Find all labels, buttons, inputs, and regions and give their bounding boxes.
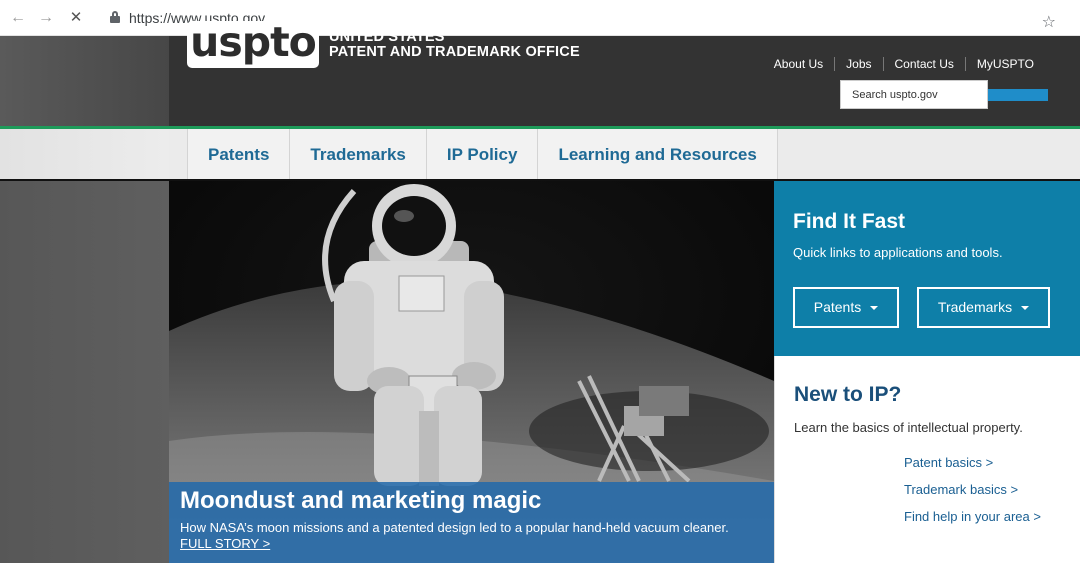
- org-name-line2: PATENT AND TRADEMARK OFFICE: [329, 44, 580, 60]
- org-name-line1: UNITED STATES: [329, 29, 445, 45]
- trademarks-dropdown-button[interactable]: Trademarks: [917, 287, 1050, 328]
- about-us-link[interactable]: About Us: [763, 57, 834, 71]
- back-arrow-icon[interactable]: ←: [8, 8, 28, 28]
- trademark-basics-link[interactable]: Trademark basics >: [904, 482, 1018, 497]
- header-left-background: [0, 36, 169, 126]
- myuspto-link[interactable]: MyUSPTO: [964, 57, 1045, 71]
- nav-patents[interactable]: Patents: [187, 129, 290, 179]
- patent-basics-link[interactable]: Patent basics >: [904, 455, 993, 470]
- new-to-ip-title: New to IP?: [794, 383, 902, 406]
- stop-loading-icon[interactable]: ✕: [66, 8, 86, 28]
- trademarks-button-label: Trademarks: [937, 299, 1013, 315]
- patents-button-label: Patents: [813, 299, 862, 315]
- hero-description-text: How NASA’s moon missions and a patented …: [180, 520, 729, 535]
- bookmark-star-icon[interactable]: ☆: [1042, 13, 1056, 33]
- org-name[interactable]: UNITED STATES PATENT AND TRADEMARK OFFIC…: [329, 30, 580, 60]
- search-button[interactable]: [988, 89, 1048, 101]
- caret-down-icon: [1021, 306, 1030, 311]
- new-to-ip-panel: New to IP? Learn the basics of intellect…: [774, 356, 1080, 563]
- nav-trademarks[interactable]: Trademarks: [289, 129, 426, 179]
- main-navigation: Patents Trademarks IP Policy Learning an…: [0, 129, 1080, 179]
- find-it-fast-panel: Find It Fast Quick links to applications…: [774, 181, 1080, 356]
- full-story-link[interactable]: FULL STORY >: [180, 536, 270, 551]
- uspto-logo[interactable]: uspto: [187, 21, 319, 68]
- find-it-fast-subtitle: Quick links to applications and tools.: [793, 245, 1003, 260]
- logo-text: uspto: [190, 18, 317, 66]
- search-input[interactable]: Search uspto.gov: [840, 80, 988, 109]
- hero-title[interactable]: Moondust and marketing magic: [180, 487, 763, 515]
- nav-learning-resources[interactable]: Learning and Resources: [537, 129, 778, 179]
- left-gutter: [0, 181, 169, 563]
- nav-left-background: [0, 129, 169, 179]
- new-to-ip-subtitle: Learn the basics of intellectual propert…: [794, 420, 1023, 435]
- hero-caption: Moondust and marketing magic How NASA’s …: [169, 482, 774, 563]
- hero-banner[interactable]: Moondust and marketing magic How NASA’s …: [169, 181, 774, 563]
- utility-links: About Us Jobs Contact Us MyUSPTO: [763, 57, 1045, 71]
- find-help-link[interactable]: Find help in your area >: [904, 509, 1041, 524]
- hero-description: How NASA’s moon missions and a patented …: [180, 520, 763, 552]
- lock-icon: [110, 11, 120, 23]
- contact-us-link[interactable]: Contact Us: [882, 57, 965, 71]
- caret-down-icon: [870, 306, 879, 311]
- forward-arrow-icon[interactable]: →: [36, 8, 56, 28]
- find-it-fast-title: Find It Fast: [793, 210, 905, 233]
- nav-ip-policy[interactable]: IP Policy: [425, 129, 538, 179]
- patents-dropdown-button[interactable]: Patents: [793, 287, 899, 328]
- jobs-link[interactable]: Jobs: [834, 57, 882, 71]
